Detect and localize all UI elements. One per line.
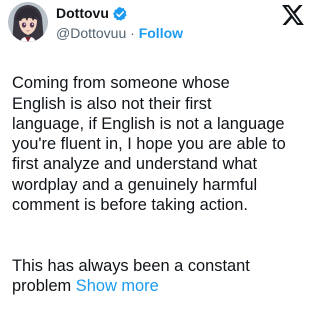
x-logo-icon[interactable]: [282, 5, 304, 25]
handle-separator: ·: [126, 25, 139, 41]
author-display-name[interactable]: Dottovu: [56, 5, 109, 22]
show-more-link[interactable]: Show more: [76, 277, 159, 295]
verified-badge-icon: [112, 6, 128, 22]
tweet-card: Dottovu @Dottovuu · Follow Coming from s…: [0, 0, 320, 295]
tweet-paragraph-1: Coming from someone whose English is als…: [12, 74, 286, 215]
tweet-paragraph-2: This has always been a constant problem …: [12, 256, 312, 297]
tweet-text: Coming from someone whose English is als…: [12, 53, 312, 317]
avatar[interactable]: [8, 2, 48, 42]
follow-button[interactable]: Follow: [139, 25, 183, 41]
author-handle[interactable]: @Dottovuu: [56, 25, 126, 41]
anime-character-avatar-icon: [8, 2, 48, 42]
author-name-row[interactable]: Dottovu: [56, 5, 128, 22]
author-handle-row: @Dottovuu · Follow: [56, 25, 183, 42]
